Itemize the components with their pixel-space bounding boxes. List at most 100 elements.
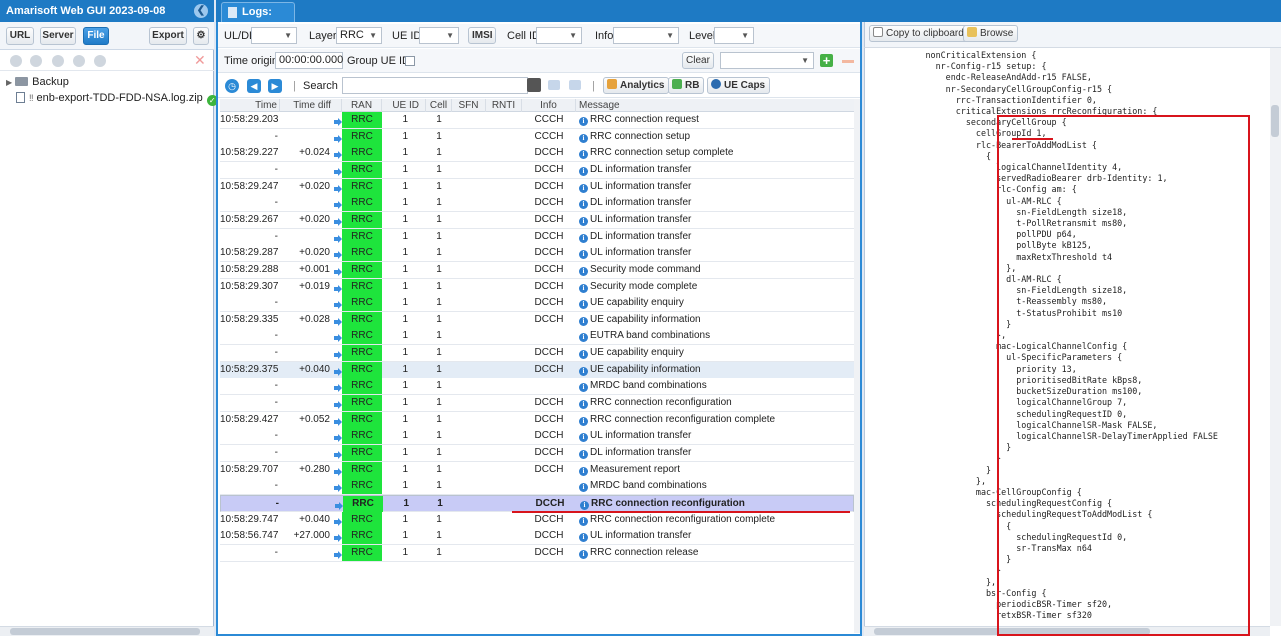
table-row[interactable]: - RRC 1 1 DCCH i UE capability enquiry: [220, 295, 854, 313]
ue-caps-button[interactable]: UE Caps: [707, 77, 771, 94]
filter-preset-select[interactable]: ▼: [720, 52, 814, 69]
level-select[interactable]: ▼: [714, 27, 754, 44]
left-hscrollbar[interactable]: [0, 626, 214, 636]
ul-dl-select[interactable]: ▼: [251, 27, 297, 44]
table-row[interactable]: 10:58:29.267 +0.020 RRC 1 1 DCCH i UL informati…: [220, 211, 854, 229]
col-time-diff[interactable]: Time diff: [280, 99, 342, 112]
info-select[interactable]: ▼: [613, 27, 679, 44]
col-ran[interactable]: RAN: [342, 99, 382, 112]
info-icon: i: [579, 383, 588, 393]
clear-button[interactable]: Clear: [682, 52, 714, 69]
browse-button[interactable]: Browse: [963, 25, 1019, 42]
cell-diff: +0.040: [299, 513, 330, 525]
log-vscrollbar[interactable]: [854, 99, 860, 633]
prev-result-icon[interactable]: [548, 80, 560, 90]
collapse-panel-icon[interactable]: ❮: [194, 4, 208, 18]
rb-button[interactable]: RB: [668, 77, 705, 94]
table-row[interactable]: 10:58:29.307 +0.019 RRC 1 1 DCCH i Security mod…: [220, 278, 854, 296]
cell-diff: +0.020: [299, 247, 330, 259]
arrow-left-icon[interactable]: ◀: [247, 79, 261, 93]
info-icon: i: [579, 416, 588, 426]
time-origin-input[interactable]: 00:00:00.000: [275, 52, 343, 69]
tab-logs[interactable]: Logs: 6470: [221, 2, 295, 36]
imsi-button[interactable]: IMSI: [468, 27, 496, 44]
col-time[interactable]: Time: [220, 99, 280, 112]
cell-info: DCCH: [534, 263, 564, 275]
cell-info: [522, 478, 576, 494]
table-row[interactable]: - RRC 1 1 DCCH i DL information transfer: [220, 228, 854, 246]
cell-diff: +0.001: [299, 263, 330, 275]
detail-vscroll-thumb[interactable]: [1271, 105, 1279, 137]
table-row[interactable]: - RRC 1 1 DCCH i UE capability enquiry: [220, 345, 854, 363]
direction-arrow-icon: [334, 549, 342, 559]
cell-cell: 1: [436, 130, 442, 142]
table-row[interactable]: 10:58:29.203 RRC 1 1 CCCH i RRC connection req…: [220, 112, 854, 129]
col-sfn[interactable]: SFN: [452, 99, 486, 112]
cell-ran: RRC: [342, 195, 382, 212]
arrow-right-icon[interactable]: ▶: [268, 79, 282, 93]
table-row[interactable]: 10:58:29.287 +0.020 RRC 1 1 DCCH i UL informati…: [220, 245, 854, 263]
table-row[interactable]: - RRC 1 1 DCCH i UL information transfer: [220, 428, 854, 446]
ue-id-label: UE ID: [392, 30, 422, 42]
direction-arrow-icon: [334, 299, 342, 310]
close-icon[interactable]: ✕: [194, 52, 206, 68]
table-row[interactable]: - RRC 1 1 DCCH i RRC connection release: [220, 544, 854, 562]
table-row[interactable]: - RRC 1 1 DCCH i DL information transfer: [220, 161, 854, 179]
table-row[interactable]: - RRC 1 1 DCCH i DL information transfer: [220, 195, 854, 213]
col-info[interactable]: Info: [522, 99, 576, 112]
tree-folder-backup[interactable]: ▶ Backup: [6, 74, 69, 90]
table-row[interactable]: 10:58:29.335 +0.028 RRC 1 1 DCCH i UE capabilit…: [220, 311, 854, 329]
expand-arrow-icon[interactable]: ▶: [6, 78, 12, 87]
direction-arrow-icon: [334, 349, 342, 360]
cell-info: DCCH: [534, 197, 564, 209]
table-row[interactable]: 10:58:29.747 +0.040 RRC 1 1 DCCH i RRC connecti…: [220, 511, 854, 529]
next-result-icon[interactable]: [569, 80, 581, 90]
table-row[interactable]: - RRC 1 1 DCCH i RRC connection reconfiguratio…: [220, 395, 854, 413]
server-button[interactable]: Server: [40, 27, 76, 45]
table-row[interactable]: 10:58:29.227 +0.024 RRC 1 1 DCCH i RRC connecti…: [220, 145, 854, 163]
search-icon[interactable]: [10, 55, 22, 67]
table-row[interactable]: 10:58:56.747 +27.000 RRC 1 1 DCCH i UL informat…: [220, 528, 854, 546]
check-icon[interactable]: [30, 55, 42, 67]
export-button[interactable]: Export: [149, 27, 187, 45]
remove-filter-icon[interactable]: [842, 60, 854, 63]
col-rnti[interactable]: RNTI: [486, 99, 522, 112]
table-row[interactable]: 10:58:29.247 +0.020 RRC 1 1 DCCH i UL informati…: [220, 178, 854, 196]
table-row[interactable]: - RRC 1 1 DCCH i DL information transfer: [220, 445, 854, 462]
group-ue-checkbox[interactable]: [405, 56, 415, 66]
info-icon: i: [579, 283, 588, 293]
analytics-button[interactable]: Analytics: [603, 77, 670, 94]
table-row[interactable]: 10:58:29.707 +0.280 RRC 1 1 DCCH i Measurement …: [220, 461, 854, 479]
add-icon[interactable]: [94, 55, 106, 67]
table-row[interactable]: 10:58:29.375 +0.040 RRC 1 1 DCCH i UE capabilit…: [220, 361, 854, 379]
cell-info: DCCH: [534, 313, 564, 325]
col-cell[interactable]: Cell: [426, 99, 452, 112]
tree-file[interactable]: ‼ enb-export-TDD-FDD-NSA.log.zip ✓: [16, 90, 218, 106]
add-filter-icon[interactable]: +: [820, 54, 833, 67]
search-input[interactable]: [342, 77, 528, 94]
cell-diff: [280, 162, 332, 178]
table-row[interactable]: 10:58:29.427 +0.052 RRC 1 1 DCCH i RRC connecti…: [220, 411, 854, 429]
clock-icon[interactable]: ◷: [225, 79, 239, 93]
cell-id-select[interactable]: ▼: [536, 27, 582, 44]
col-message[interactable]: Message: [576, 99, 854, 112]
table-row[interactable]: - RRC 1 1 i MRDC band combinations: [220, 478, 854, 496]
cell-info: CCCH: [534, 130, 564, 142]
settings-icon[interactable]: ⚙: [193, 27, 209, 45]
table-row[interactable]: - RRC 1 1 CCCH i RRC connection setup: [220, 128, 854, 146]
copy-icon[interactable]: [52, 55, 64, 67]
message-text: Security mode complete: [590, 280, 698, 292]
table-row[interactable]: 10:58:29.288 +0.001 RRC 1 1 DCCH i Security mod…: [220, 261, 854, 279]
url-button[interactable]: URL: [6, 27, 34, 45]
table-row[interactable]: - RRC 1 1 i EUTRA band combinations: [220, 328, 854, 346]
layer-select[interactable]: RRC ▼: [336, 27, 382, 44]
table-row[interactable]: - RRC 1 1 i MRDC band combinations: [220, 378, 854, 396]
table-row[interactable]: - RRC 1 1 DCCH i RRC connection reconfiguratio…: [220, 494, 854, 512]
refresh-icon[interactable]: [73, 55, 85, 67]
cell-ran: RRC: [343, 495, 383, 512]
copy-to-clipboard-button[interactable]: Copy to clipboard: [869, 25, 969, 42]
file-button[interactable]: File: [83, 27, 109, 45]
ue-id-select[interactable]: ▼: [419, 27, 459, 44]
col-ue-id[interactable]: UE ID: [382, 99, 426, 112]
binoculars-icon[interactable]: [527, 78, 541, 92]
